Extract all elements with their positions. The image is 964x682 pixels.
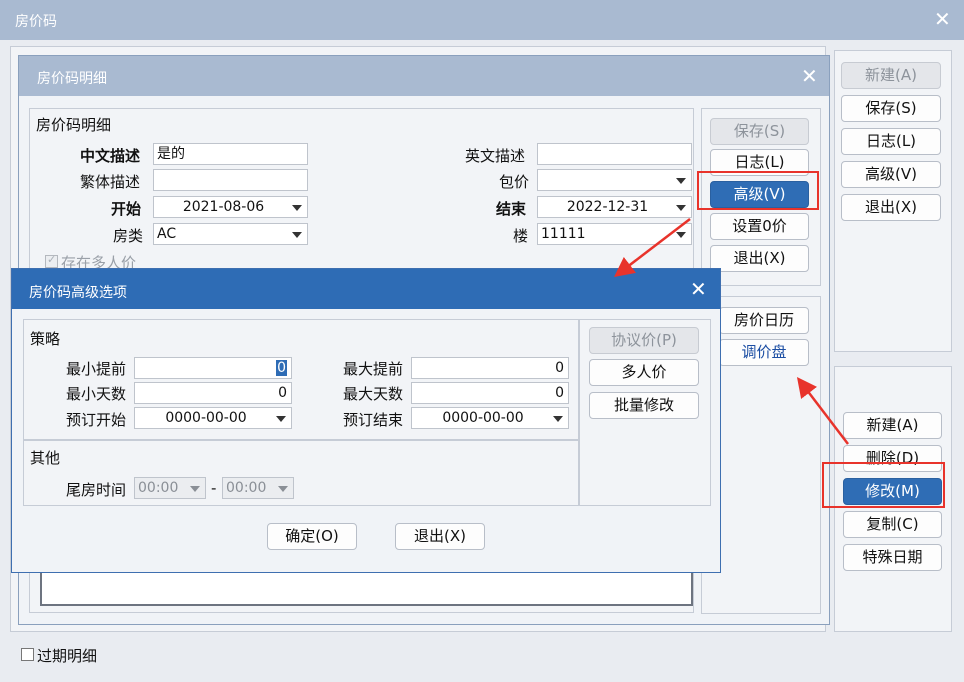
arrow-to-price-adjust bbox=[796, 377, 849, 445]
arrow-to-advanced-dialog bbox=[614, 218, 691, 278]
annotation-arrows bbox=[614, 218, 849, 445]
